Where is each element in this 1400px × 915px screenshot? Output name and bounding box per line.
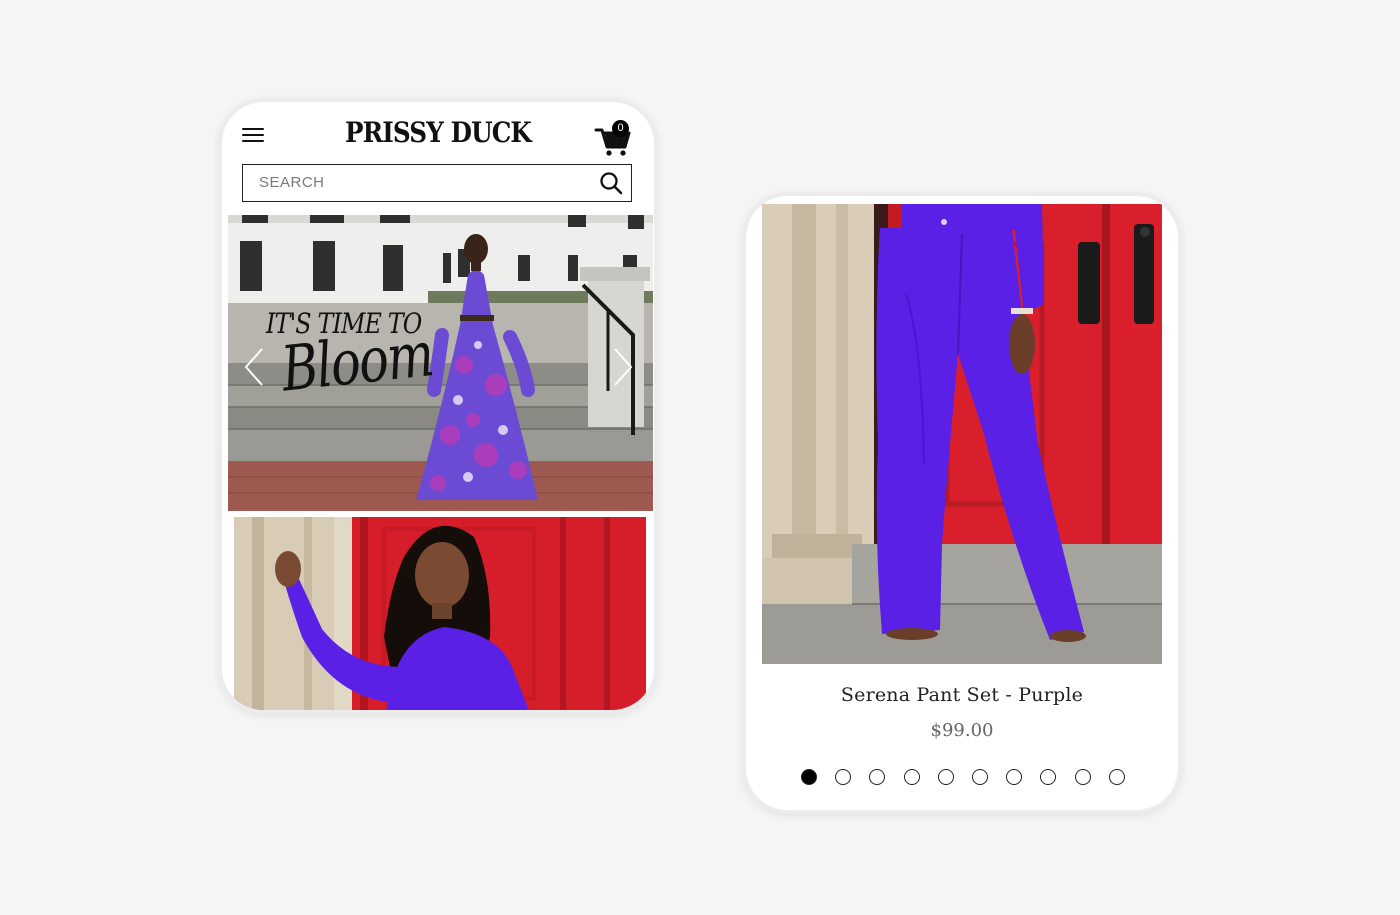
mobile-product-screen: Serena Pant Set - Purple $99.00 <box>742 192 1182 814</box>
product-image[interactable] <box>762 204 1162 664</box>
carousel-dot[interactable] <box>801 769 817 785</box>
site-header: PRISSY DUCK 0 <box>222 102 654 168</box>
carousel-dot[interactable] <box>835 769 852 785</box>
carousel-dot[interactable] <box>869 769 886 785</box>
promo-image-tile[interactable] <box>234 517 646 710</box>
chevron-right-icon[interactable] <box>611 345 637 389</box>
promo-photo <box>234 517 646 710</box>
carousel-dot[interactable] <box>1040 769 1057 785</box>
product-photo <box>762 204 1162 664</box>
carousel-dot[interactable] <box>1074 769 1091 785</box>
chevron-left-icon[interactable] <box>240 345 266 389</box>
product-price: $99.00 <box>930 720 994 741</box>
carousel-dot[interactable] <box>971 769 988 785</box>
carousel-dot[interactable] <box>1006 769 1023 785</box>
search-bar <box>242 164 632 202</box>
cart-button[interactable]: 0 <box>594 120 636 158</box>
mobile-home-screen: PRISSY DUCK 0 SEARCH IT'S TIME TO Bloom <box>218 98 658 714</box>
carousel-dot[interactable] <box>937 769 954 785</box>
carousel-dot[interactable] <box>903 769 920 785</box>
search-input[interactable] <box>243 165 583 200</box>
search-icon[interactable] <box>599 171 623 195</box>
product-title[interactable]: Serena Pant Set - Purple <box>746 684 1178 706</box>
carousel-dot[interactable] <box>1108 769 1125 785</box>
carousel-pagination <box>801 769 1125 785</box>
brand-logo[interactable]: PRISSY DUCK <box>248 116 628 149</box>
cart-count-badge: 0 <box>612 120 629 137</box>
hero-banner[interactable]: IT'S TIME TO Bloom <box>228 215 653 511</box>
